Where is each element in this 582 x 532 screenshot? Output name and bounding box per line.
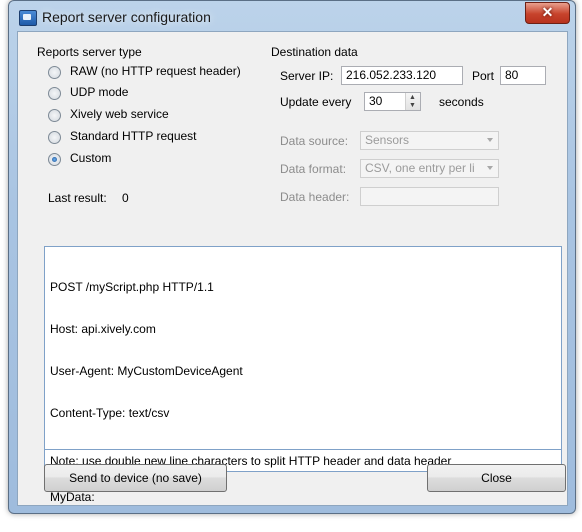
update-every-label: Update every	[280, 95, 352, 109]
radio-label: RAW (no HTTP request header)	[70, 64, 241, 78]
radio-circle	[48, 66, 61, 79]
radio-label: Xively web service	[70, 107, 169, 121]
request-line: User-Agent: MyCustomDeviceAgent	[50, 364, 243, 378]
server-ip-label: Server IP:	[280, 69, 334, 83]
close-icon: ✕	[541, 4, 554, 20]
app-window-icon	[19, 10, 37, 26]
data-source-value: Sensors	[365, 133, 410, 147]
radio-circle	[48, 131, 61, 144]
server-type-heading: Reports server type	[37, 45, 142, 59]
data-header-label: Data header:	[280, 190, 350, 204]
destination-heading: Destination data	[271, 45, 358, 59]
send-to-device-button[interactable]: Send to device (no save)	[44, 464, 227, 492]
update-interval-stepper[interactable]: 30 ▲ ▼	[364, 92, 421, 111]
dialog-window: Report server configuration ✕ Reports se…	[8, 0, 576, 514]
data-format-select[interactable]: CSV, one entry per li	[360, 159, 499, 178]
data-format-value: CSV, one entry per li	[365, 161, 475, 175]
server-ip-input[interactable]: 216.052.233.120	[341, 66, 463, 85]
radio-circle	[48, 109, 61, 122]
last-result-label: Last result:	[48, 191, 107, 205]
window-title: Report server configuration	[42, 9, 211, 25]
update-interval-value: 30	[369, 94, 383, 108]
dialog-body: Reports server type RAW (no HTTP request…	[17, 31, 568, 506]
request-line: Content-Type: text/csv	[50, 406, 170, 420]
port-input[interactable]: 80	[500, 66, 546, 85]
data-source-select[interactable]: Sensors	[360, 131, 499, 150]
data-format-label: Data format:	[280, 162, 347, 176]
last-result-value: 0	[122, 191, 129, 205]
request-line: Host: api.xively.com	[50, 322, 156, 336]
request-text-area[interactable]: POST /myScript.php HTTP/1.1 Host: api.xi…	[44, 246, 562, 504]
radio-label: Standard HTTP request	[70, 129, 197, 143]
radio-circle	[48, 87, 61, 100]
data-source-label: Data source:	[280, 134, 349, 148]
request-line: MyData:	[50, 490, 95, 504]
seconds-label: seconds	[439, 95, 484, 109]
spinner-arrows-icon[interactable]: ▲ ▼	[405, 93, 420, 110]
port-label: Port	[472, 69, 495, 83]
chevron-down-icon	[487, 166, 493, 170]
request-line: POST /myScript.php HTTP/1.1	[50, 280, 214, 294]
close-button[interactable]: Close	[427, 464, 566, 492]
data-header-input[interactable]	[360, 187, 499, 206]
radio-label: UDP mode	[70, 85, 129, 99]
radio-circle	[48, 153, 61, 166]
title-bar[interactable]: Report server configuration ✕	[9, 1, 575, 31]
window-close-button[interactable]: ✕	[525, 2, 570, 24]
radio-label: Custom	[70, 151, 112, 165]
chevron-down-icon	[487, 138, 493, 142]
